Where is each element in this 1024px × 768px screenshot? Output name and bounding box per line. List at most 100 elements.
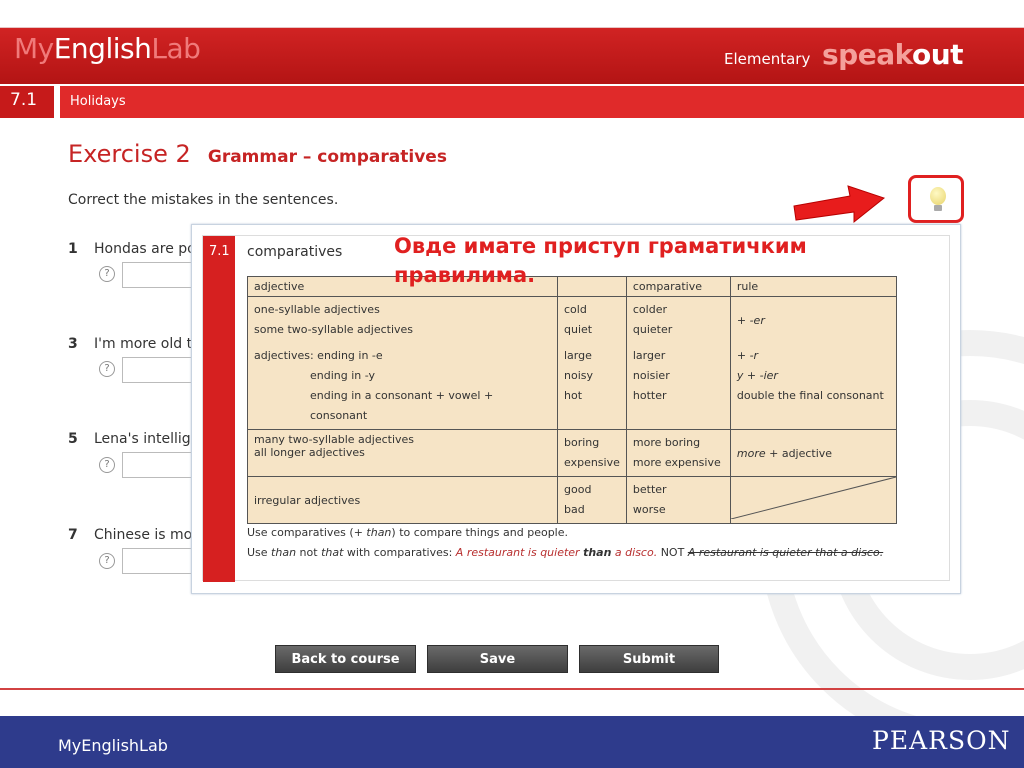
- app-header: MyEnglishLab Elementary speakout: [0, 28, 1024, 84]
- table-cell: irregular adjectives: [247, 476, 558, 524]
- table-cell: large noisy hot: [557, 343, 627, 430]
- table-cell: many two-syllable adjectives all longer …: [247, 429, 558, 477]
- question-7: 7 Chinese is mo: [68, 527, 192, 543]
- example-word: large: [564, 349, 592, 362]
- speakout-logo: speakout: [822, 38, 964, 71]
- grammar-unit-tab: 7.1: [203, 236, 235, 582]
- usage-note: Use than not that with comparatives: A r…: [247, 546, 883, 559]
- lightbulb-icon: [930, 187, 946, 205]
- unit-title: Holidays: [60, 86, 1024, 118]
- pearson-logo: PEARSON: [872, 726, 1011, 755]
- table-cell: cold quiet: [557, 296, 627, 343]
- submit-button[interactable]: Submit: [579, 645, 719, 673]
- top-strip: [0, 0, 1024, 28]
- note-text: than: [271, 546, 297, 559]
- incorrect-example: A restaurant is quieter that a disco.: [687, 546, 884, 559]
- logo-my: My: [14, 32, 54, 65]
- help-icon[interactable]: ?: [99, 266, 115, 282]
- table-cell: adjectives: ending in -e ending in -y en…: [247, 343, 558, 430]
- help-icon[interactable]: ?: [99, 457, 115, 473]
- adjective-type: some two-syllable adjectives: [254, 323, 414, 336]
- annotation-line: правилима.: [394, 263, 536, 287]
- answer-input-7[interactable]: [122, 548, 202, 574]
- rule-text: double the final consonant: [736, 389, 884, 402]
- table-cell: more + adjective: [729, 429, 898, 477]
- example-word: boring: [564, 436, 600, 449]
- table-cell: larger noisier hotter: [625, 343, 731, 430]
- annotation-line: Овде имате приступ граматичким: [394, 234, 807, 258]
- grammar-heading: comparatives: [247, 244, 343, 260]
- example-word: cold: [564, 303, 587, 316]
- question-5: 5 Lena's intellig: [68, 431, 191, 447]
- table-row: adjectives: ending in -e ending in -y en…: [247, 343, 898, 430]
- unit-bar: 7.1 Holidays: [0, 86, 1024, 118]
- table-row: many two-syllable adjectives all longer …: [247, 429, 898, 477]
- question-number: 1: [68, 241, 78, 257]
- question-number: 7: [68, 527, 78, 543]
- back-to-course-button[interactable]: Back to course: [275, 645, 416, 673]
- table-row: irregular adjectives good bad better wor…: [247, 476, 898, 524]
- example-word: good: [564, 483, 592, 496]
- adjective-type: irregular adjectives: [254, 493, 361, 507]
- comparative-word: quieter: [632, 323, 673, 336]
- comparative-word: noisier: [632, 369, 670, 382]
- question-1: 1 Hondas are po: [68, 241, 196, 257]
- question-text: Chinese is mo: [94, 527, 193, 543]
- note-text: that: [321, 546, 344, 559]
- comparative-word: worse: [632, 503, 666, 516]
- note-text: Use comparatives (+: [247, 526, 367, 539]
- note-text: NOT: [657, 546, 688, 559]
- table-cell-empty: [729, 476, 898, 524]
- page: MyEnglishLab Elementary speakout 7.1 Hol…: [0, 0, 1024, 768]
- divider: [0, 688, 1024, 690]
- diagonal-line: [730, 477, 896, 519]
- table-cell: + -r y + -ier double the final consonant: [729, 343, 898, 430]
- table-cell: boring expensive: [557, 429, 627, 477]
- comparative-word: more boring: [632, 436, 701, 449]
- footer-myenglishlab: MyEnglishLab: [58, 736, 168, 755]
- course-level: Elementary: [724, 50, 811, 68]
- question-text: I'm more old t: [94, 336, 193, 352]
- table-cell: + -er: [729, 296, 898, 343]
- exercise-heading: Exercise 2 Grammar – comparatives: [68, 140, 447, 168]
- example-sentence: a disco.: [611, 546, 658, 559]
- footer: MyEnglishLab PEARSON: [0, 716, 1024, 768]
- table-cell: better worse: [625, 476, 731, 524]
- arrow-icon: [793, 185, 886, 224]
- example-word: expensive: [564, 456, 620, 469]
- table-cell: good bad: [557, 476, 627, 524]
- note-text: with comparatives:: [343, 546, 456, 559]
- comparative-word: hotter: [632, 389, 667, 402]
- question-text: Lena's intellig: [94, 431, 191, 447]
- answer-input-3[interactable]: [122, 357, 202, 383]
- answer-input-5[interactable]: [122, 452, 202, 478]
- table-row: one-syllable adjectives some two-syllabl…: [247, 296, 898, 343]
- unit-number: 7.1: [0, 86, 54, 118]
- adjective-type: many two-syllable adjectives: [254, 433, 415, 446]
- exercise-subtitle: Grammar – comparatives: [207, 147, 447, 167]
- myenglishlab-logo[interactable]: MyEnglishLab: [14, 32, 201, 65]
- logo-english: English: [53, 32, 152, 65]
- comparative-word: more expensive: [632, 456, 721, 469]
- table-cell: one-syllable adjectives some two-syllabl…: [247, 296, 558, 343]
- note-text: not: [296, 546, 322, 559]
- adjective-type: all longer adjectives: [254, 446, 365, 459]
- answer-input-1[interactable]: [122, 262, 202, 288]
- comparative-word: larger: [632, 349, 666, 362]
- example-sentence: A restaurant is quieter: [455, 546, 584, 559]
- note-text: Use: [247, 546, 272, 559]
- rule-text: y + -ier: [736, 369, 778, 382]
- comparative-word: better: [632, 483, 667, 496]
- brand-out: out: [911, 38, 964, 71]
- example-word: noisy: [564, 369, 593, 382]
- help-icon[interactable]: ?: [99, 361, 115, 377]
- question-text: Hondas are po: [94, 241, 196, 257]
- grammar-hint-button[interactable]: [908, 175, 964, 223]
- example-word: hot: [564, 389, 583, 402]
- save-button[interactable]: Save: [427, 645, 568, 673]
- table-cell: colder quieter: [625, 296, 731, 343]
- adjective-type: ending in a consonant + vowel + consonan…: [310, 389, 494, 422]
- help-icon[interactable]: ?: [99, 553, 115, 569]
- rule-more: more: [736, 446, 766, 460]
- rule-text: + -r: [736, 349, 759, 362]
